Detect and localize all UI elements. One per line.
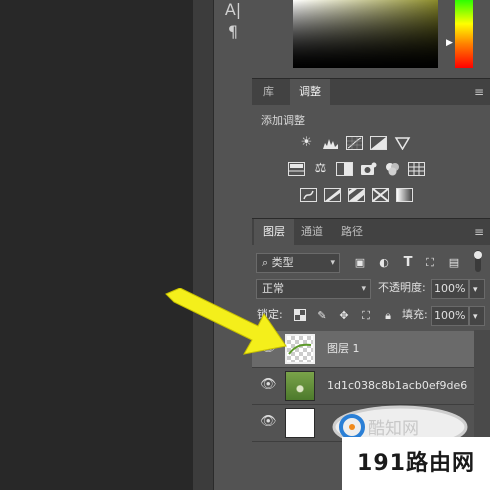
channel-mixer-icon[interactable] xyxy=(384,162,401,176)
shape-layer-filter-icon[interactable]: ⛶ xyxy=(422,256,438,270)
search-icon: ⌕ xyxy=(262,256,269,269)
posterize-icon[interactable] xyxy=(324,188,341,202)
color-balance-icon[interactable]: ⚖ xyxy=(312,162,329,176)
chevron-down-icon: ▾ xyxy=(473,312,478,322)
character-panel-icon[interactable]: A| xyxy=(220,0,246,20)
hue-marker-icon[interactable]: ▶ xyxy=(446,38,453,48)
lock-image-pixels-icon[interactable]: ✎ xyxy=(315,309,329,323)
pointer-arrow-icon xyxy=(160,287,290,362)
fill-dropdown[interactable]: ▾ xyxy=(469,306,485,326)
brightness-contrast-icon[interactable]: ☀ xyxy=(298,136,315,150)
tab-channels[interactable]: 通道 xyxy=(292,219,332,245)
layer-name[interactable]: 1d1c038c8b1acb0ef9de6... xyxy=(327,368,467,404)
chevron-down-icon: ▾ xyxy=(473,285,478,295)
lock-all-icon[interactable]: 🔒︎ xyxy=(381,309,395,323)
type-layer-filter-icon[interactable]: T xyxy=(400,256,416,270)
selective-color-icon[interactable] xyxy=(372,188,389,202)
gradient-map-icon[interactable] xyxy=(396,188,413,202)
color-lookup-icon[interactable] xyxy=(408,162,425,176)
eye-icon[interactable]: 👁︎ xyxy=(260,415,277,429)
black-white-icon[interactable] xyxy=(336,162,353,176)
levels-icon[interactable] xyxy=(322,136,339,150)
lock-transparent-pixels-icon[interactable] xyxy=(293,309,307,323)
layer-name[interactable]: 图层 1 xyxy=(327,331,467,367)
layer-filter-dropdown[interactable]: ⌕ 类型 ▾ xyxy=(256,253,340,273)
opacity-label: 不透明度: xyxy=(378,281,426,294)
adjustment-layer-filter-icon[interactable]: ◐ xyxy=(376,256,392,270)
tab-adjustments[interactable]: 调整 xyxy=(290,79,330,105)
fill-label: 填充: xyxy=(402,308,428,321)
hue-slider[interactable] xyxy=(455,0,473,68)
tool-strip: A| ¶ xyxy=(213,0,253,490)
chevron-down-icon: ▾ xyxy=(361,284,366,294)
color-field[interactable] xyxy=(293,0,438,68)
panel-menu-icon[interactable]: ≡ xyxy=(474,79,484,105)
hue-saturation-icon[interactable] xyxy=(288,162,305,176)
panel-gutter xyxy=(193,0,213,490)
layer-thumbnail xyxy=(285,408,315,438)
lock-position-icon[interactable]: ✥ xyxy=(337,309,351,323)
panel-menu-icon[interactable]: ≡ xyxy=(474,219,484,245)
exposure-icon[interactable] xyxy=(370,136,387,150)
fill-input[interactable]: 100% xyxy=(431,306,469,326)
tab-paths[interactable]: 路径 xyxy=(332,219,372,245)
curves-icon[interactable] xyxy=(346,136,363,150)
filter-toggle-icon[interactable] xyxy=(472,250,484,272)
threshold-icon[interactable] xyxy=(348,188,365,202)
document-canvas[interactable] xyxy=(0,0,193,490)
smart-object-filter-icon[interactable]: ▤ xyxy=(446,256,462,270)
filter-kind-label: 类型 xyxy=(271,256,294,269)
pixel-layer-filter-icon[interactable]: ▣ xyxy=(352,256,368,270)
opacity-dropdown[interactable]: ▾ xyxy=(469,279,485,299)
opacity-input[interactable]: 100% xyxy=(431,279,469,299)
lock-artboard-icon[interactable]: ⛶ xyxy=(359,309,373,323)
photo-filter-icon[interactable] xyxy=(360,162,377,176)
site-watermark: 191路由网 xyxy=(342,437,490,490)
layers-tabbar: 图层 通道 路径 ≡ xyxy=(252,218,490,245)
adjustments-heading: 添加调整 xyxy=(261,114,305,127)
invert-icon[interactable] xyxy=(300,188,317,202)
adjustments-tabbar: 库 调整 ≡ xyxy=(252,78,490,105)
tab-library[interactable]: 库 xyxy=(254,79,283,105)
layer-thumbnail xyxy=(285,371,315,401)
paragraph-panel-icon[interactable]: ¶ xyxy=(220,22,246,42)
eye-icon[interactable]: 👁︎ xyxy=(260,378,277,392)
vibrance-icon[interactable] xyxy=(394,136,411,151)
tab-layers[interactable]: 图层 xyxy=(254,219,294,245)
watermark-logo-text: 酷知网 xyxy=(368,419,419,439)
chevron-down-icon: ▾ xyxy=(330,258,335,268)
site-watermark-text: 191路由网 xyxy=(357,451,475,476)
layer-row[interactable]: 👁︎ 1d1c038c8b1acb0ef9de6... xyxy=(252,368,474,405)
